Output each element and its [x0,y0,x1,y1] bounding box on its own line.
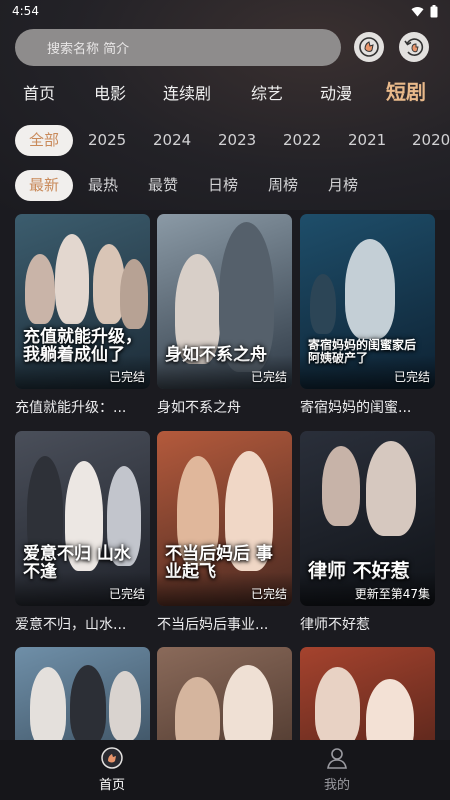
drama-card[interactable]: 爱意不归 山水不逢 已完结 爱意不归，山水... [15,431,150,634]
status-badge: 已完结 [108,587,145,601]
tab-movie[interactable]: 电影 [94,80,126,104]
year-filter-all[interactable]: 全部 [15,125,74,156]
profile-icon [327,748,347,769]
bottom-nav-home-label: 首页 [98,778,125,793]
category-tabs: 首页 电影 连续剧 综艺 动漫 短剧 [0,74,450,110]
history-button[interactable] [354,32,384,62]
drama-card[interactable] [157,647,292,740]
poster-image [157,647,292,740]
home-icon [101,747,123,769]
poster-image: 爱意不归 山水不逢 已完结 [15,431,150,606]
sort-filter-weekly[interactable]: 周榜 [268,170,298,201]
status-badge: 已完结 [393,370,430,384]
status-badge: 已完结 [250,370,287,384]
poster-image: 不当后妈后 事业起飞 已完结 [157,431,292,606]
sort-filter-latest[interactable]: 最新 [15,170,74,201]
bottom-nav: 首页 我的 [0,740,450,800]
wifi-icon [411,6,424,16]
year-filter-2022[interactable]: 2022 [283,125,321,156]
sort-filter-hottest[interactable]: 最热 [88,170,118,201]
poster-image [15,647,150,740]
search-row: 搜索名称 简介 [15,28,435,66]
card-title: 身如不系之舟 [157,400,241,416]
year-filter-2025[interactable]: 2025 [88,125,126,156]
year-filter-2021[interactable]: 2021 [348,125,386,156]
poster-image [300,647,435,740]
year-filter-2023[interactable]: 2023 [218,125,256,156]
status-badge: 已完结 [250,587,287,601]
bottom-nav-home[interactable]: 首页 [82,746,142,793]
status-bar: 4:54 [0,0,450,22]
tab-short-drama[interactable]: 短剧 [386,76,426,105]
bottom-nav-profile[interactable]: 我的 [307,746,367,793]
year-filter-2024[interactable]: 2024 [153,125,191,156]
card-title: 充值就能升级：... [15,400,127,416]
drama-card[interactable]: 身如不系之舟 已完结 身如不系之舟 [157,214,292,417]
drama-card[interactable]: 律师 不好惹 更新至第47集 律师不好惹 [300,431,435,634]
tab-anime[interactable]: 动漫 [320,80,352,104]
search-placeholder: 搜索名称 简介 [47,41,130,57]
sort-filter-monthly[interactable]: 月榜 [328,170,358,201]
card-title: 不当后妈后事业... [157,617,269,633]
status-badge: 更新至第47集 [354,587,430,601]
history-hand-icon [359,37,379,57]
card-title: 律师不好惹 [300,617,370,633]
bottom-nav-profile-label: 我的 [323,778,350,793]
year-filter-row: 全部 2025 2024 2023 2022 2021 2020 [0,125,450,157]
tab-home[interactable]: 首页 [23,80,55,104]
refresh-clock-icon [404,38,424,56]
poster-image: 寄宿妈妈的闺蜜家后 阿姨破产了 已完结 [300,214,435,389]
tab-variety[interactable]: 综艺 [251,80,283,104]
poster-image: 充值就能升级，我躺着成仙了 已完结 [15,214,150,389]
drama-card[interactable]: 不当后妈后 事业起飞 已完结 不当后妈后事业... [157,431,292,634]
drama-card[interactable] [15,647,150,740]
drama-card[interactable] [300,647,435,740]
status-badge: 已完结 [108,370,145,384]
sort-filter-row: 最新 最热 最赞 日榜 周榜 月榜 [0,170,450,202]
battery-icon [430,4,438,17]
sort-filter-most-liked[interactable]: 最赞 [148,170,178,201]
recent-button[interactable] [399,32,429,62]
status-icons [411,4,438,18]
drama-grid: 充值就能升级，我躺着成仙了 已完结 充值就能升级：... 身如不系之舟 已完结 … [15,214,435,740]
card-title: 寄宿妈妈的闺蜜... [300,400,412,416]
poster-image: 身如不系之舟 已完结 [157,214,292,389]
drama-card[interactable]: 充值就能升级，我躺着成仙了 已完结 充值就能升级：... [15,214,150,417]
status-time: 4:54 [12,4,39,18]
card-title: 爱意不归，山水... [15,617,127,633]
sort-filter-daily[interactable]: 日榜 [208,170,238,201]
search-input[interactable]: 搜索名称 简介 [15,28,341,66]
year-filter-2020[interactable]: 2020 [412,125,450,156]
drama-card[interactable]: 寄宿妈妈的闺蜜家后 阿姨破产了 已完结 寄宿妈妈的闺蜜... [300,214,435,417]
tab-series[interactable]: 连续剧 [163,80,211,104]
poster-image: 律师 不好惹 更新至第47集 [300,431,435,606]
